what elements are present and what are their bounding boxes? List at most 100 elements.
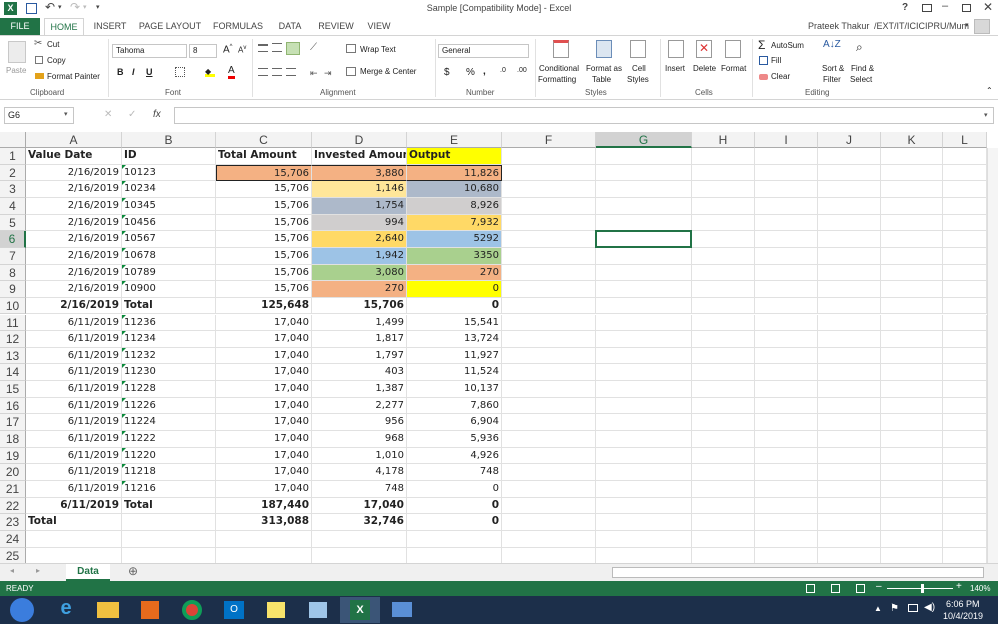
cell-j9[interactable]	[818, 281, 881, 298]
cell-c11[interactable]: 17,040	[216, 314, 312, 332]
column-header-f[interactable]: F	[502, 132, 596, 148]
cell-c24[interactable]	[216, 530, 312, 548]
cell-h5[interactable]	[692, 214, 755, 232]
error-indicator-icon[interactable]	[122, 181, 126, 186]
row-header-2[interactable]: 2	[0, 164, 26, 182]
format-as-table-icon[interactable]	[596, 40, 612, 58]
error-indicator-icon[interactable]	[122, 231, 126, 236]
cell-l9[interactable]	[943, 281, 987, 298]
cell-e13[interactable]: 11,927	[407, 347, 502, 365]
underline-icon[interactable]: U	[146, 67, 153, 77]
cell-i22[interactable]	[755, 497, 818, 515]
cell-f23[interactable]	[502, 514, 596, 531]
decrease-decimal-icon[interactable]: .00	[517, 67, 527, 74]
cell-k8[interactable]	[881, 264, 943, 282]
cell-h24[interactable]	[692, 530, 755, 548]
cell-l19[interactable]	[943, 447, 987, 465]
cell-j11[interactable]	[818, 314, 881, 332]
cell-g11[interactable]	[596, 314, 692, 332]
cell-a6[interactable]: 2/16/2019	[26, 231, 122, 248]
cell-i8[interactable]	[755, 264, 818, 282]
row-header-24[interactable]: 24	[0, 530, 26, 548]
zoom-in-icon[interactable]: +	[956, 581, 962, 592]
selected-cell-g6[interactable]	[595, 230, 692, 248]
cell-b4[interactable]: 10345	[122, 197, 216, 215]
cell-a3[interactable]: 2/16/2019	[26, 181, 122, 198]
cell-e15[interactable]: 10,137	[407, 381, 502, 398]
column-header-j[interactable]: J	[818, 132, 881, 148]
cell-d12[interactable]: 1,817	[312, 331, 407, 348]
column-header-d[interactable]: D	[312, 132, 407, 148]
zoom-slider[interactable]	[887, 588, 953, 589]
cell-a13[interactable]: 6/11/2019	[26, 347, 122, 365]
cell-g25[interactable]	[596, 547, 692, 564]
cell-e22[interactable]: 0	[407, 497, 502, 515]
cell-a19[interactable]: 6/11/2019	[26, 447, 122, 465]
cell-i12[interactable]	[755, 331, 818, 348]
increase-decimal-icon[interactable]: .0	[500, 67, 506, 74]
cell-d14[interactable]: 403	[312, 364, 407, 382]
cell-l20[interactable]	[943, 464, 987, 481]
cell-k12[interactable]	[881, 331, 943, 348]
cell-j19[interactable]	[818, 447, 881, 465]
error-indicator-icon[interactable]	[122, 247, 126, 252]
cell-j21[interactable]	[818, 481, 881, 498]
cell-i24[interactable]	[755, 530, 818, 548]
cell-d22[interactable]: 17,040	[312, 497, 407, 515]
cut-button[interactable]: Cut	[47, 40, 59, 49]
cell-a18[interactable]: 6/11/2019	[26, 431, 122, 448]
row-header-9[interactable]: 9	[0, 281, 26, 298]
tab-insert[interactable]: INSERT	[90, 18, 130, 35]
excel-taskbar-icon[interactable]: X	[340, 597, 380, 623]
cell-j24[interactable]	[818, 530, 881, 548]
row-header-17[interactable]: 17	[0, 414, 26, 432]
file-explorer-icon[interactable]	[88, 597, 128, 623]
cell-h2[interactable]	[692, 164, 755, 182]
cell-b13[interactable]: 11232	[122, 347, 216, 365]
row-header-22[interactable]: 22	[0, 497, 26, 515]
cell-d7[interactable]: 1,942	[312, 247, 407, 265]
cell-e3[interactable]: 10,680	[407, 181, 502, 198]
cell-k5[interactable]	[881, 214, 943, 232]
cell-a24[interactable]	[26, 530, 122, 548]
comma-button[interactable]: ,	[483, 66, 486, 77]
cell-b23[interactable]	[122, 514, 216, 531]
cell-f2[interactable]	[502, 164, 596, 182]
zoom-slider-thumb[interactable]	[921, 584, 924, 593]
cell-i6[interactable]	[755, 231, 818, 248]
cell-b3[interactable]: 10234	[122, 181, 216, 198]
format-cells-button[interactable]: Format	[721, 64, 746, 73]
cell-f1[interactable]	[502, 148, 596, 165]
cell-j22[interactable]	[818, 497, 881, 515]
cell-a21[interactable]: 6/11/2019	[26, 481, 122, 498]
cell-i15[interactable]	[755, 381, 818, 398]
cell-k2[interactable]	[881, 164, 943, 182]
cell-i2[interactable]	[755, 164, 818, 182]
paste-button[interactable]: Paste	[6, 66, 26, 75]
cell-k19[interactable]	[881, 447, 943, 465]
cell-h9[interactable]	[692, 281, 755, 298]
clock-date[interactable]: 10/4/2019	[943, 611, 983, 621]
error-indicator-icon[interactable]	[122, 164, 126, 169]
cell-h1[interactable]	[692, 148, 755, 165]
cell-b15[interactable]: 11228	[122, 381, 216, 398]
cell-f4[interactable]	[502, 197, 596, 215]
format-painter-button[interactable]: Format Painter	[47, 72, 100, 81]
cell-e12[interactable]: 13,724	[407, 331, 502, 348]
chrome-icon[interactable]	[172, 597, 212, 623]
cell-f16[interactable]	[502, 397, 596, 415]
cell-e7[interactable]: 3350	[407, 247, 502, 265]
page-layout-view-icon[interactable]	[831, 584, 840, 593]
cell-h4[interactable]	[692, 197, 755, 215]
cell-j18[interactable]	[818, 431, 881, 448]
cell-d18[interactable]: 968	[312, 431, 407, 448]
cell-e11[interactable]: 15,541	[407, 314, 502, 332]
cell-d10[interactable]: 15,706	[312, 297, 407, 315]
cell-j13[interactable]	[818, 347, 881, 365]
currency-button[interactable]: $	[444, 67, 450, 78]
cell-k3[interactable]	[881, 181, 943, 198]
cell-c21[interactable]: 17,040	[216, 481, 312, 498]
cell-d11[interactable]: 1,499	[312, 314, 407, 332]
cell-l5[interactable]	[943, 214, 987, 232]
merge-center-button[interactable]: Merge & Center	[360, 67, 416, 76]
